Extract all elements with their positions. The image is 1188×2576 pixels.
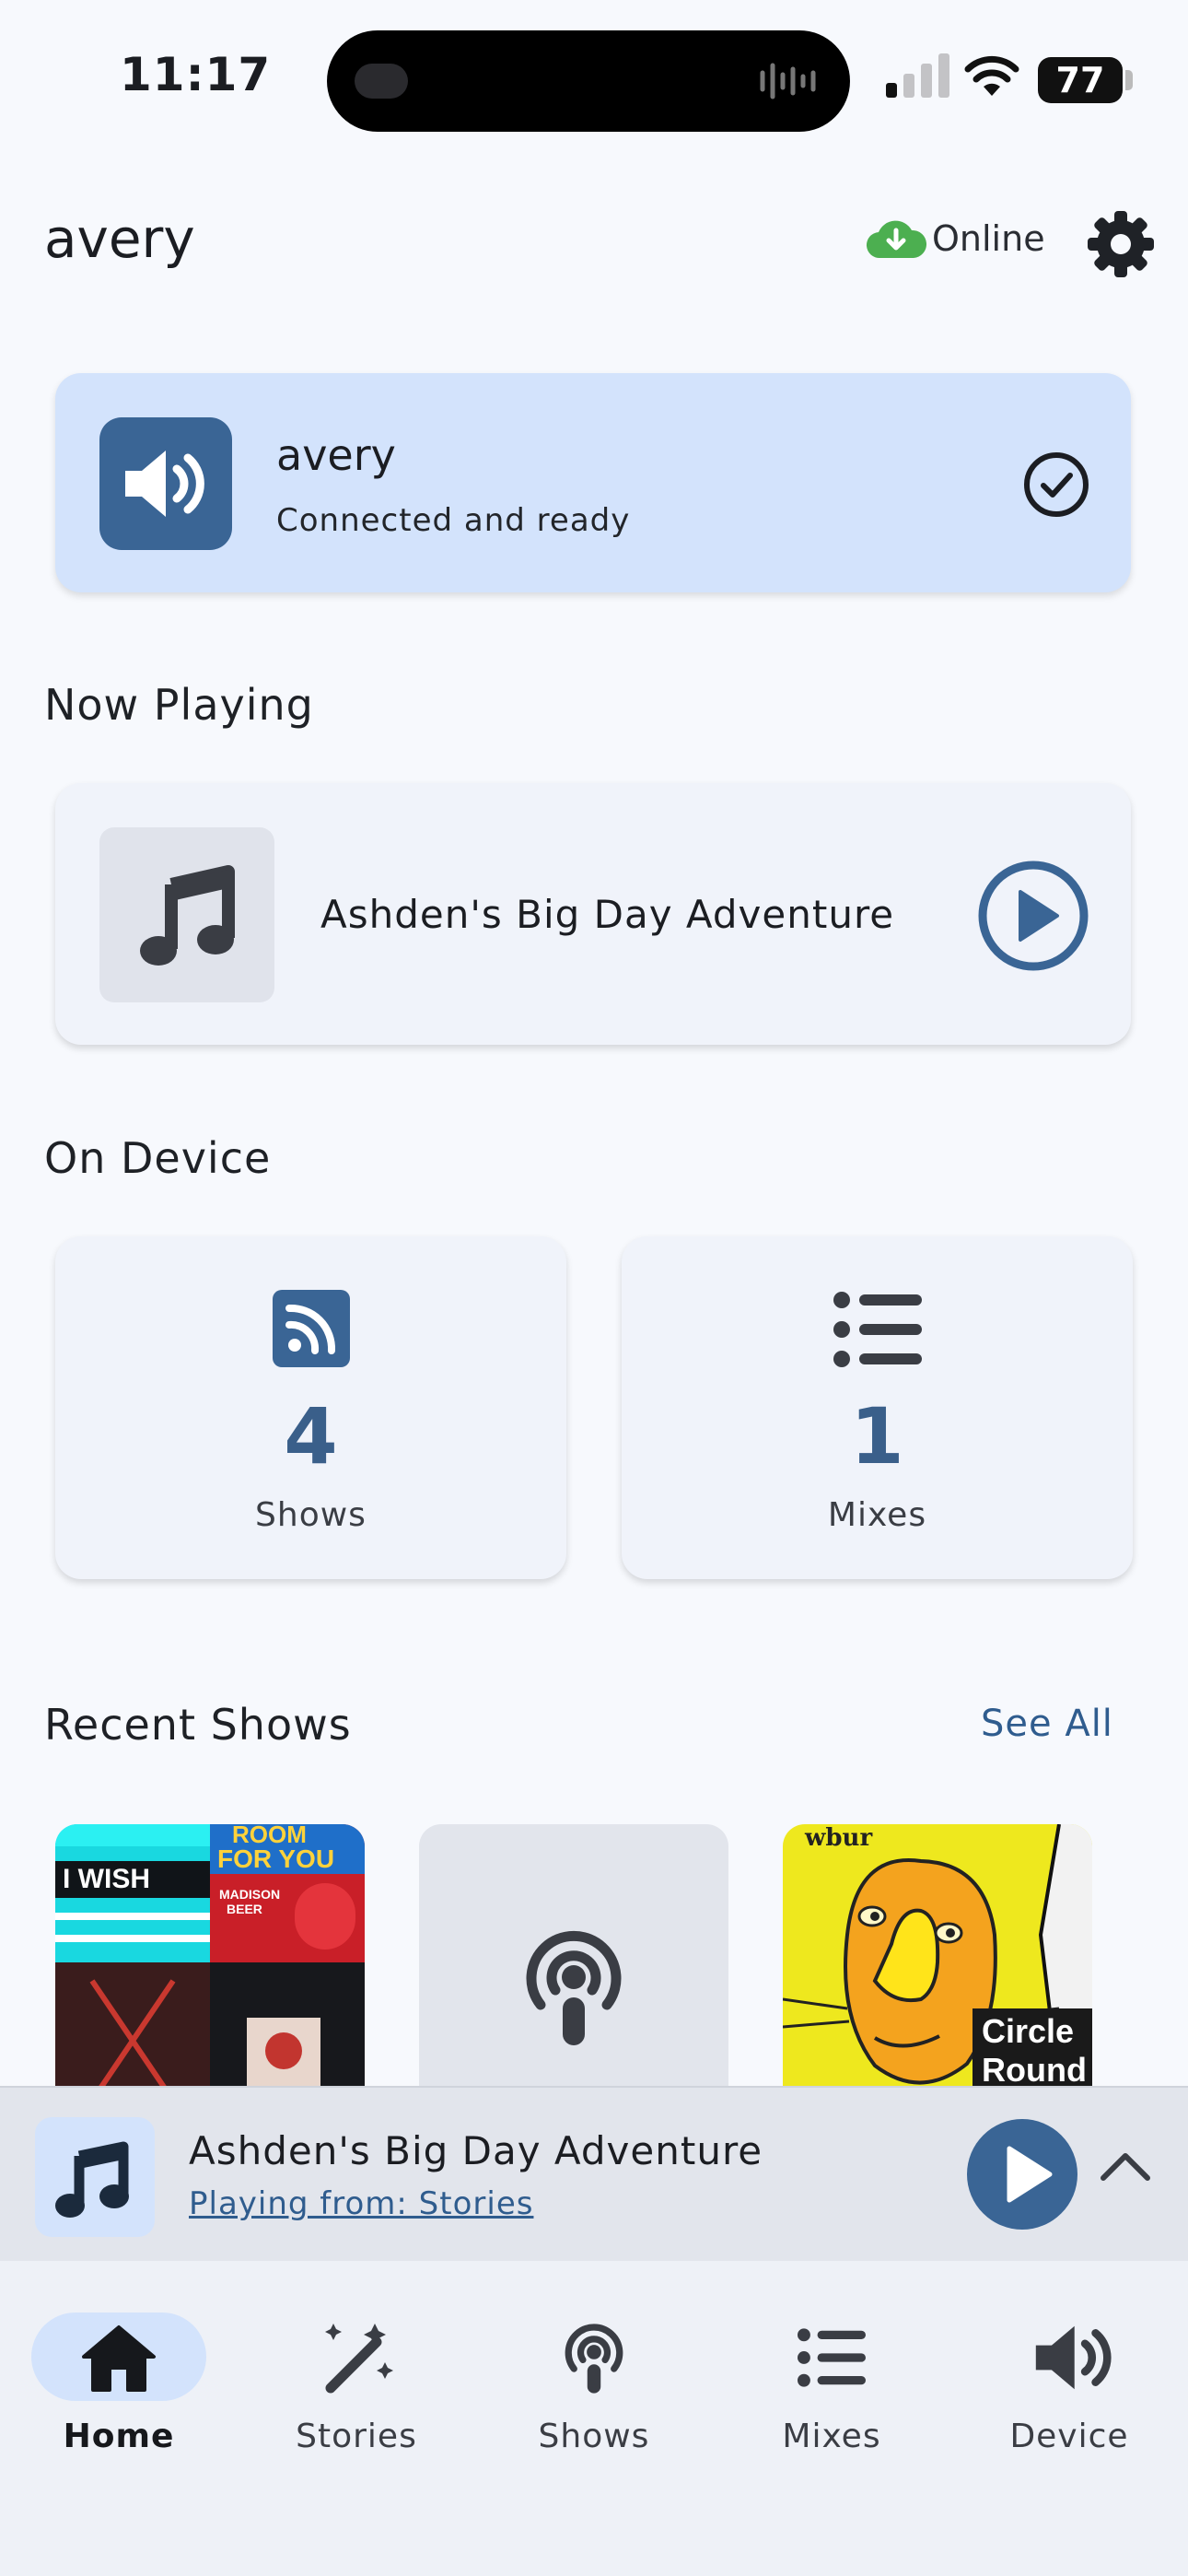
speaker-icon: [125, 451, 204, 517]
device-status: Connected and ready: [276, 502, 631, 539]
nav-item-device[interactable]: Device: [950, 2298, 1188, 2455]
settings-gear-icon[interactable]: [1085, 208, 1157, 280]
mixes-label: Mixes: [827, 1496, 927, 1534]
bottom-navigation: Home Stories Shows Mixes Device: [0, 2261, 1188, 2576]
music-note-icon: [55, 2141, 129, 2218]
battery-indicator: 77: [1038, 57, 1123, 103]
show-title-line1: Circle: [982, 2012, 1075, 2050]
nav-label: Home: [63, 2418, 175, 2455]
collage-tile-cyan: I WISH: [55, 1824, 210, 1962]
track-artwork: [99, 827, 274, 1002]
check-circle-icon: [1024, 452, 1089, 517]
shows-stat-card[interactable]: 4 Shows: [55, 1236, 566, 1579]
play-circle-button[interactable]: [976, 859, 1090, 973]
device-card[interactable]: avery Connected and ready: [55, 373, 1131, 592]
nav-item-stories[interactable]: Stories: [238, 2298, 475, 2455]
on-device-heading: On Device: [44, 1133, 272, 1183]
collage-tile-black: [210, 1962, 365, 2101]
island-camera-icon: [355, 64, 408, 99]
recent-show-thumbnail[interactable]: wbur Circle Round: [783, 1824, 1092, 2101]
nav-item-home[interactable]: Home: [0, 2298, 238, 2455]
speaker-icon: [1035, 2325, 1112, 2390]
collage-text-beer: BEER: [227, 1902, 262, 1916]
nav-item-mixes[interactable]: Mixes: [713, 2298, 950, 2455]
nav-label: Mixes: [782, 2418, 881, 2455]
connection-status: Online: [866, 217, 1045, 260]
shows-label: Shows: [255, 1496, 367, 1534]
battery-tip: [1125, 70, 1133, 90]
home-icon: [82, 2325, 156, 2392]
list-icon: [798, 2328, 866, 2387]
show-title-line2: Round: [982, 2051, 1087, 2089]
mixes-stat-card[interactable]: 1 Mixes: [622, 1236, 1133, 1579]
dynamic-island: [327, 30, 850, 132]
mini-player-artwork: [35, 2117, 155, 2237]
collage-tile-dark-red: [55, 1962, 210, 2101]
chevron-up-icon[interactable]: [1098, 2149, 1153, 2185]
mini-player[interactable]: Ashden's Big Day Adventure Playing from:…: [0, 2086, 1188, 2263]
nav-item-shows[interactable]: Shows: [475, 2298, 713, 2455]
collage-tile-red: ROOM FOR YOU MADISON BEER: [210, 1824, 365, 1962]
mini-player-source-link[interactable]: Playing from: Stories: [189, 2185, 533, 2222]
recent-shows-heading: Recent Shows: [44, 1700, 352, 1750]
nav-label: Stories: [296, 2418, 417, 2455]
rss-icon: [273, 1290, 350, 1367]
recent-show-thumbnail[interactable]: I WISH ROOM FOR YOU MADISON BEER: [55, 1824, 365, 2101]
online-label: Online: [932, 218, 1045, 259]
now-playing-heading: Now Playing: [44, 680, 314, 730]
recent-show-thumbnail[interactable]: [419, 1824, 728, 2101]
collage-text-for-you: FOR YOU: [217, 1844, 335, 1873]
mixes-count: 1: [850, 1391, 904, 1481]
collage-text-i-wish: I WISH: [63, 1864, 150, 1894]
cellular-signal-icon: [886, 53, 949, 98]
see-all-link[interactable]: See All: [981, 1703, 1113, 1745]
audio-waveform-icon: [760, 63, 816, 100]
podcast-icon: [565, 2324, 623, 2394]
nav-label: Shows: [538, 2418, 650, 2455]
cloud-download-icon: [866, 220, 926, 259]
shows-count: 4: [284, 1391, 338, 1481]
device-name: avery: [276, 430, 396, 480]
app-title: avery: [44, 207, 195, 270]
now-playing-title: Ashden's Big Day Adventure: [320, 892, 895, 937]
mini-player-title: Ashden's Big Day Adventure: [189, 2128, 763, 2173]
status-time: 11:17: [120, 48, 272, 101]
wifi-icon: [964, 55, 1019, 96]
podcast-icon: [526, 1930, 622, 2045]
mini-play-button[interactable]: [965, 2117, 1079, 2231]
magic-wand-icon: [325, 2324, 393, 2394]
music-note-icon: [140, 865, 235, 966]
device-icon-box: [99, 417, 232, 550]
nav-label: Device: [1009, 2418, 1129, 2455]
collage-text-madison: MADISON: [219, 1887, 281, 1902]
list-icon: [833, 1292, 922, 1367]
now-playing-card[interactable]: Ashden's Big Day Adventure: [55, 783, 1131, 1045]
